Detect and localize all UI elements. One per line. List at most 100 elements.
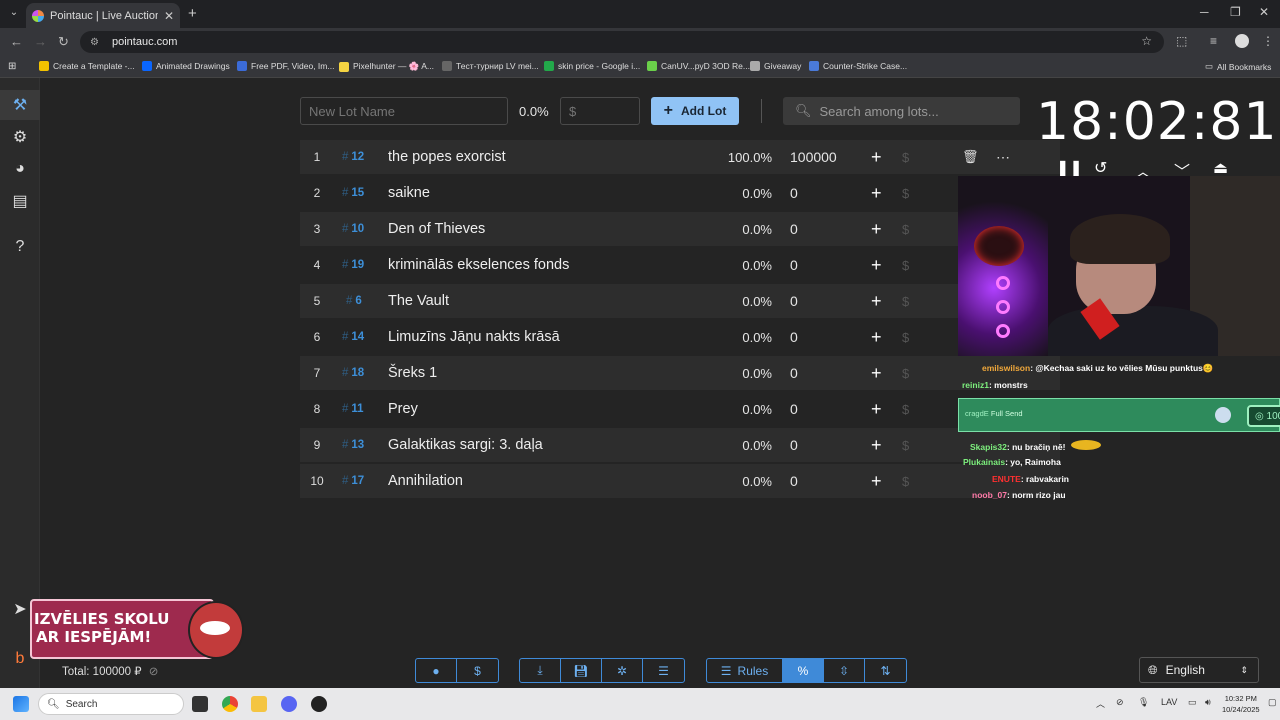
dollar-icon[interactable]: $ <box>902 402 909 417</box>
dollar-icon[interactable]: $ <box>902 186 909 201</box>
keyboard-language[interactable]: LAV <box>1161 697 1177 707</box>
lot-name[interactable]: Annihilation <box>388 473 463 489</box>
tray-chevron-icon[interactable]: ︿ <box>1096 697 1105 710</box>
close-window-icon[interactable]: ✕ <box>1259 5 1269 19</box>
donate-dollar-icon[interactable]: $ <box>457 659 498 682</box>
new-tab-plus-icon[interactable]: + <box>188 5 197 22</box>
lot-amount[interactable]: 100000 <box>790 149 837 165</box>
reload-icon[interactable]: ↻ <box>58 34 69 50</box>
bookmark-item[interactable]: Giveaway <box>750 61 801 71</box>
profile-avatar-icon[interactable] <box>1235 34 1249 48</box>
lot-search-input[interactable]: 🔍︎ Search among lots... <box>783 97 1020 125</box>
reset-timer-icon[interactable]: ↺ <box>1094 158 1107 178</box>
forward-arrow-icon[interactable]: → <box>34 34 47 49</box>
lot-name[interactable]: Galaktikas sargi: 3. daļa <box>388 437 543 453</box>
auction-gavel-icon[interactable]: ⚒ <box>0 90 40 120</box>
add-amount-plus-icon[interactable]: + <box>871 363 882 384</box>
lot-name[interactable]: the popes exorcist <box>388 149 506 165</box>
percent-toggle-icon[interactable]: % <box>783 659 824 682</box>
lot-name[interactable]: kriminālās ekselences fonds <box>388 257 569 273</box>
lot-amount[interactable]: 0 <box>790 401 798 417</box>
clipboard-icon[interactable]: ▤ <box>0 186 40 216</box>
add-amount-plus-icon[interactable]: + <box>871 219 882 240</box>
sort-icon[interactable]: ⇅ <box>865 659 906 682</box>
site-info-icon[interactable]: ⚙ <box>90 37 102 48</box>
add-amount-plus-icon[interactable]: + <box>871 399 882 420</box>
add-amount-plus-icon[interactable]: + <box>871 327 882 348</box>
discord-icon[interactable] <box>281 696 297 712</box>
lot-name[interactable]: Prey <box>388 401 418 417</box>
pause-icon[interactable]: ❚❚ <box>1056 158 1083 178</box>
add-amount-plus-icon[interactable]: + <box>871 291 882 312</box>
windows-start-icon[interactable] <box>13 696 29 712</box>
monitor-icon[interactable]: ▭ <box>1188 697 1197 708</box>
media-icon[interactable]: ≡ <box>1210 34 1217 48</box>
bookmark-item[interactable]: CanUV...pyD 3OD Re... <box>647 61 750 71</box>
add-amount-plus-icon[interactable]: + <box>871 147 882 168</box>
tab-search-chevron-icon[interactable]: ⌄ <box>6 5 22 21</box>
trash-icon[interactable]: 🗑︎ <box>962 149 979 165</box>
volume-icon[interactable]: 🔊︎ <box>1205 697 1211 708</box>
lot-amount[interactable]: 0 <box>790 437 798 453</box>
apps-grid-icon[interactable]: ⊞ <box>8 61 16 72</box>
browser-tab[interactable]: Pointauc | Live Auction for Strea ✕ <box>26 3 180 28</box>
add-amount-plus-icon[interactable]: + <box>871 471 882 492</box>
lot-name[interactable]: saikne <box>388 185 430 201</box>
dollar-icon[interactable]: $ <box>902 438 909 453</box>
add-amount-plus-icon[interactable]: + <box>871 435 882 456</box>
save-icon[interactable]: 💾︎ <box>561 659 602 682</box>
bookmark-item[interactable]: Pixelhunter — 🌸 A... <box>339 61 434 72</box>
lot-amount[interactable]: 0 <box>790 257 798 273</box>
new-lot-name-input[interactable] <box>300 97 508 125</box>
lot-amount[interactable]: 0 <box>790 293 798 309</box>
lot-amount[interactable]: 0 <box>790 185 798 201</box>
bookmark-item[interactable]: Animated Drawings <box>142 61 230 71</box>
obs-icon[interactable] <box>311 696 327 712</box>
lot-amount[interactable]: 0 <box>790 329 798 345</box>
bookmark-item[interactable]: skin price - Google i... <box>544 61 640 71</box>
bookmark-item[interactable]: Free PDF, Video, Im... <box>237 61 334 71</box>
add-lot-button[interactable]: + Add Lot <box>651 97 739 125</box>
chrome-icon[interactable] <box>222 696 238 712</box>
lot-name[interactable]: Limuzīns Jāņu nakts krāsā <box>388 329 560 345</box>
browser-menu-icon[interactable]: ⋮ <box>1262 34 1274 48</box>
bookmark-item[interactable]: Create a Template -... <box>39 61 135 71</box>
more-options-icon[interactable]: ⋯ <box>996 149 1010 166</box>
download-icon[interactable]: ⤓ <box>520 659 561 682</box>
lot-amount[interactable]: 0 <box>790 473 798 489</box>
dollar-icon[interactable]: $ <box>902 150 909 165</box>
lot-amount[interactable]: 0 <box>790 221 798 237</box>
dollar-icon[interactable]: $ <box>902 222 909 237</box>
all-bookmarks[interactable]: ▭ All Bookmarks <box>1205 61 1271 72</box>
add-amount-plus-icon[interactable]: + <box>871 255 882 276</box>
close-tab-icon[interactable]: ✕ <box>164 9 174 23</box>
restore-icon[interactable]: ❐ <box>1230 5 1241 19</box>
microphone-icon[interactable]: 🎙︎ <box>1138 697 1149 708</box>
lot-amount[interactable]: 0 <box>790 365 798 381</box>
github-icon[interactable]: ● <box>416 659 457 682</box>
dollar-icon[interactable]: $ <box>902 294 909 309</box>
minimize-icon[interactable]: ─ <box>1200 5 1209 19</box>
extensions-icon[interactable]: ⬚ <box>1176 34 1187 48</box>
clear-list-icon[interactable]: ☰ <box>643 659 684 682</box>
file-explorer-icon[interactable] <box>251 696 267 712</box>
add-amount-plus-icon[interactable]: + <box>871 183 882 204</box>
settings-gear-icon[interactable]: ⚙ <box>0 122 40 152</box>
task-view-icon[interactable] <box>192 696 208 712</box>
lot-name[interactable]: Den of Thieves <box>388 221 485 237</box>
bookmark-star-icon[interactable]: ☆ <box>1141 34 1152 48</box>
taskbar-clock[interactable]: 10:32 PM 10/24/2025 <box>1222 693 1260 715</box>
dollar-icon[interactable]: $ <box>902 366 909 381</box>
dollar-icon[interactable]: $ <box>902 258 909 273</box>
language-select[interactable]: 🌐︎ English ⇕ <box>1139 657 1259 683</box>
lot-name[interactable]: Šreks 1 <box>388 365 437 381</box>
dollar-icon[interactable]: $ <box>902 474 909 489</box>
help-question-icon[interactable]: ? <box>0 232 40 262</box>
hide-eye-icon[interactable]: ⊘ <box>149 666 159 678</box>
rules-button[interactable]: ☰ Rules <box>707 659 783 682</box>
taskbar-search[interactable]: 🔍︎ Search <box>38 693 184 715</box>
notification-icon[interactable]: ▢ <box>1268 697 1277 708</box>
new-lot-amount-input[interactable] <box>560 97 640 125</box>
network-icon[interactable]: ⊘ <box>1116 697 1124 708</box>
bookmark-item[interactable]: Тест-турнир LV mei... <box>442 61 539 71</box>
